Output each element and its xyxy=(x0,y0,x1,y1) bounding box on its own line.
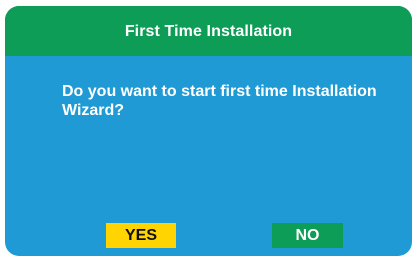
yes-button[interactable]: YES xyxy=(106,223,176,248)
dialog-title: First Time Installation xyxy=(124,23,293,40)
no-button[interactable]: NO xyxy=(272,223,343,248)
first-time-installation-dialog: First Time Installation Do you want to s… xyxy=(5,6,412,256)
dialog-title-bar: First Time Installation xyxy=(5,6,412,56)
dialog-message: Do you want to start first time Installa… xyxy=(62,83,377,119)
